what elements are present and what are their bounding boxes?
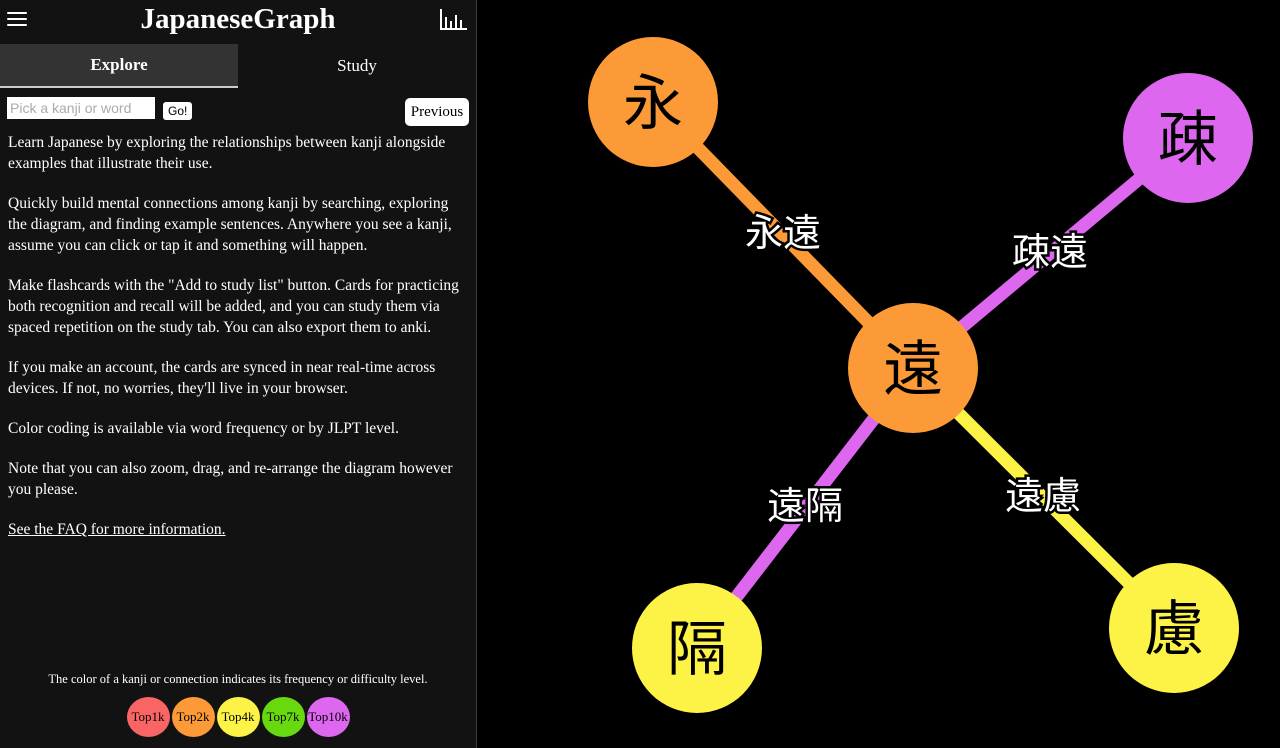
- search-row: Go! Previous: [0, 88, 476, 126]
- bar-chart-icon[interactable]: [439, 9, 467, 31]
- kanji-graph-canvas[interactable]: 永遠 疎遠 遠隔 遠慮永疎遠隔慮: [478, 0, 1280, 748]
- intro-paragraph: Color coding is available via word frequ…: [8, 420, 399, 437]
- kanji-node-ei[interactable]: 永: [588, 37, 718, 167]
- kanji-node-label[interactable]: 慮: [1144, 595, 1204, 665]
- tab-explore[interactable]: Explore: [0, 44, 238, 88]
- kanji-node-label[interactable]: 疎: [1158, 105, 1218, 175]
- edge-word-label[interactable]: 遠慮: [1002, 472, 1083, 521]
- edge-word-label[interactable]: 遠隔: [764, 482, 845, 531]
- intro-text: Learn Japanese by exploring the relation…: [0, 126, 476, 540]
- kanji-node-so[interactable]: 疎: [1123, 73, 1253, 203]
- app-title: JapaneseGraph: [140, 3, 336, 35]
- previous-button[interactable]: Previous: [405, 98, 469, 126]
- faq-link[interactable]: See the FAQ for more information.: [8, 521, 226, 538]
- kanji-node-label[interactable]: 隔: [667, 615, 727, 685]
- go-button[interactable]: Go!: [163, 102, 193, 120]
- tab-study[interactable]: Study: [238, 44, 476, 88]
- intro-paragraph: If you make an account, the cards are sy…: [8, 359, 436, 397]
- kanji-node-en[interactable]: 遠: [848, 303, 978, 433]
- tab-bar: Explore Study: [0, 44, 476, 88]
- intro-paragraph: Learn Japanese by exploring the relation…: [8, 134, 446, 172]
- graph-svg[interactable]: 永遠 疎遠遠隔 遠慮永疎遠隔慮: [478, 0, 1280, 748]
- legend-chip-top4k[interactable]: Top4k: [216, 697, 260, 737]
- intro-paragraph: Quickly build mental connections among k…: [8, 195, 452, 254]
- legend-chip-top2k[interactable]: Top2k: [171, 697, 215, 737]
- intro-paragraph: Note that you can also zoom, drag, and r…: [8, 460, 453, 498]
- kanji-node-label[interactable]: 永: [623, 69, 683, 139]
- edge-word-label[interactable]: 永遠: [742, 209, 823, 258]
- kanji-search-input[interactable]: [7, 97, 155, 119]
- legend-caption: The color of a kanji or connection indic…: [48, 672, 428, 686]
- sidebar: JapaneseGraph Explore Study Go! Previous…: [0, 0, 477, 748]
- edge-word-label[interactable]: 疎遠: [1009, 228, 1090, 277]
- legend-chip-top1k[interactable]: Top1k: [126, 697, 170, 737]
- kanji-node-label[interactable]: 遠: [883, 335, 943, 405]
- kanji-node-kaku[interactable]: 隔: [632, 583, 762, 713]
- kanji-node-ryo[interactable]: 慮: [1109, 563, 1239, 693]
- intro-paragraph: Make flashcards with the "Add to study l…: [8, 277, 459, 336]
- legend-chip-top10k[interactable]: Top10k: [306, 697, 350, 737]
- legend-chip-top7k[interactable]: Top7k: [261, 697, 305, 737]
- frequency-legend: The color of a kanji or connection indic…: [0, 672, 476, 737]
- header: JapaneseGraph: [0, 0, 476, 44]
- legend-chips: Top1k Top2k Top4k Top7k Top10k: [0, 697, 476, 737]
